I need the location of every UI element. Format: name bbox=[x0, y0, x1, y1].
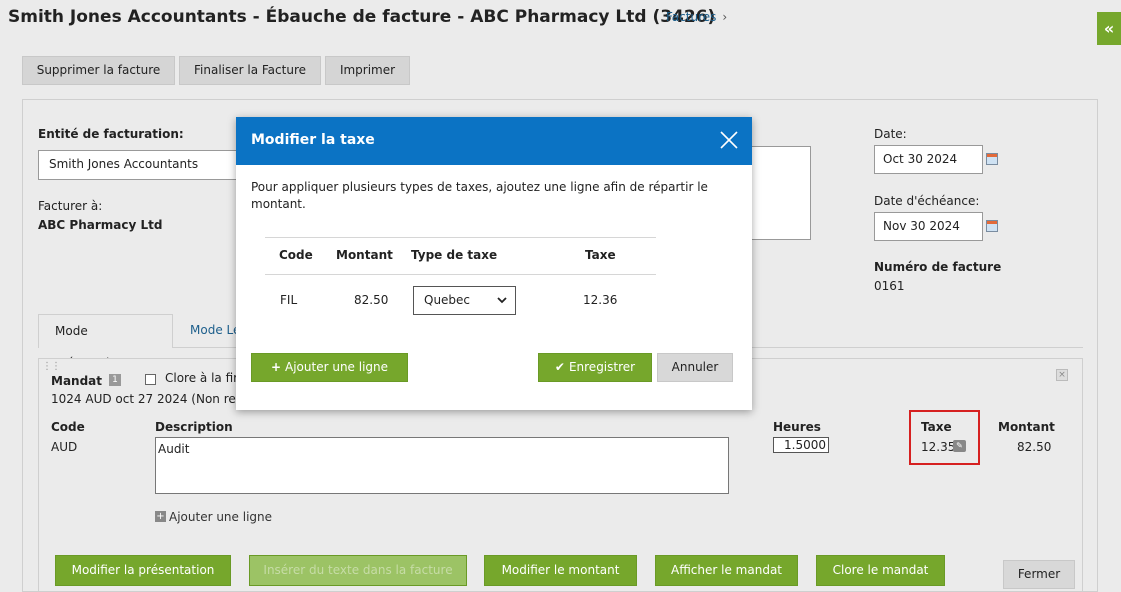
edit-presentation-button[interactable]: Modifier la présentation bbox=[55, 555, 231, 586]
col-code-header: Code bbox=[51, 420, 85, 434]
breadcrumb-separator: › bbox=[722, 10, 728, 24]
date-value: Oct 30 2024 bbox=[883, 152, 958, 166]
hours-value: 1.5000 bbox=[784, 438, 826, 452]
page-title: Smith Jones Accountants - Ébauche de fac… bbox=[8, 7, 716, 27]
col-amount-header: Montant bbox=[998, 420, 1055, 434]
mandate-badge: 1 bbox=[109, 374, 121, 386]
add-line-icon[interactable]: + bbox=[155, 511, 166, 522]
modal-header: Modifier la taxe bbox=[236, 117, 752, 165]
modal-title: Modifier la taxe bbox=[251, 132, 375, 148]
description-textarea[interactable]: Audit bbox=[155, 437, 729, 494]
finalize-invoice-button[interactable]: Finaliser la Facture bbox=[179, 56, 321, 85]
invoice-number-value: 0161 bbox=[874, 279, 905, 293]
bill-to-label: Facturer à: bbox=[38, 199, 103, 213]
billing-entity-label: Entité de facturation: bbox=[38, 127, 184, 141]
mandate-title: Mandat bbox=[51, 374, 103, 388]
description-value: Audit bbox=[158, 442, 190, 456]
save-button[interactable]: ✔ Enregistrer bbox=[538, 353, 652, 382]
breadcrumb[interactable]: Factures › bbox=[666, 10, 727, 24]
modal-col-tax: Taxe bbox=[585, 248, 616, 262]
modal-row-amount: 82.50 bbox=[354, 293, 389, 307]
modal-row-tax: 12.36 bbox=[583, 293, 618, 307]
billing-entity-select[interactable]: Smith Jones Accountants bbox=[38, 150, 248, 180]
add-line-link[interactable]: Ajouter une ligne bbox=[169, 510, 272, 524]
col-description-header: Description bbox=[155, 420, 233, 434]
due-date-label: Date d'échéance: bbox=[874, 194, 980, 208]
plus-icon: + bbox=[270, 360, 282, 374]
modal-col-amount: Montant bbox=[336, 248, 393, 262]
due-date-value: Nov 30 2024 bbox=[883, 219, 960, 233]
collapse-panel-button[interactable]: « bbox=[1097, 12, 1121, 45]
tax-highlight-box bbox=[909, 410, 980, 465]
print-button[interactable]: Imprimer bbox=[325, 56, 410, 85]
check-icon: ✔ bbox=[554, 360, 565, 374]
calendar-icon[interactable] bbox=[986, 153, 998, 165]
close-at-end-label: Clore à la fir bbox=[165, 371, 239, 385]
mandate-subtitle: 1024 AUD oct 27 2024 (Non reçu bbox=[51, 392, 250, 406]
page-header: Smith Jones Accountants - Ébauche de fac… bbox=[0, 0, 1097, 40]
close-at-end-checkbox[interactable] bbox=[145, 374, 156, 385]
show-mandate-button[interactable]: Afficher le mandat bbox=[655, 555, 798, 586]
delete-invoice-button[interactable]: Supprimer la facture bbox=[22, 56, 175, 85]
invoice-number-label: Numéro de facture bbox=[874, 260, 1002, 274]
edit-amount-button[interactable]: Modifier le montant bbox=[484, 555, 637, 586]
col-hours-header: Heures bbox=[773, 420, 821, 434]
hours-input[interactable]: 1.5000 bbox=[773, 437, 829, 453]
row-code: AUD bbox=[51, 440, 78, 454]
modal-col-code: Code bbox=[279, 248, 313, 262]
close-icon[interactable] bbox=[720, 131, 738, 149]
chevron-down-icon bbox=[497, 297, 507, 304]
edit-tax-modal: Modifier la taxe Pour appliquer plusieur… bbox=[236, 117, 752, 410]
date-input[interactable]: Oct 30 2024 bbox=[874, 145, 983, 174]
close-button[interactable]: Fermer bbox=[1003, 560, 1075, 589]
cancel-button[interactable]: Annuler bbox=[657, 353, 733, 382]
bill-to-value: ABC Pharmacy Ltd bbox=[38, 218, 163, 232]
close-mandate-button[interactable]: Clore le mandat bbox=[816, 555, 945, 586]
tax-type-select[interactable]: Quebec bbox=[413, 286, 516, 315]
row-amount: 82.50 bbox=[1017, 440, 1052, 454]
billing-entity-value: Smith Jones Accountants bbox=[49, 157, 199, 171]
calendar-icon[interactable] bbox=[986, 220, 998, 232]
breadcrumb-invoices-link[interactable]: Factures bbox=[666, 10, 716, 24]
table-header-line bbox=[265, 274, 656, 275]
due-date-input[interactable]: Nov 30 2024 bbox=[874, 212, 983, 241]
tax-type-value: Quebec bbox=[424, 293, 471, 307]
add-tax-line-button[interactable]: + Ajouter une ligne bbox=[251, 353, 408, 382]
drag-handle-icon[interactable]: ⋮⋮ bbox=[42, 361, 61, 372]
remove-mandate-icon[interactable]: × bbox=[1056, 369, 1068, 381]
tab-preparation[interactable]: Mode Préparation bbox=[38, 314, 173, 370]
modal-col-tax-type: Type de taxe bbox=[411, 248, 498, 262]
modal-description: Pour appliquer plusieurs types de taxes,… bbox=[251, 180, 708, 211]
insert-text-button[interactable]: Insérer du texte dans la facture bbox=[249, 555, 467, 586]
save-label: Enregistrer bbox=[568, 360, 636, 374]
table-top-line bbox=[265, 237, 656, 238]
modal-row-code: FIL bbox=[280, 293, 298, 307]
date-label: Date: bbox=[874, 127, 907, 141]
add-tax-line-label: Ajouter une ligne bbox=[285, 360, 389, 374]
